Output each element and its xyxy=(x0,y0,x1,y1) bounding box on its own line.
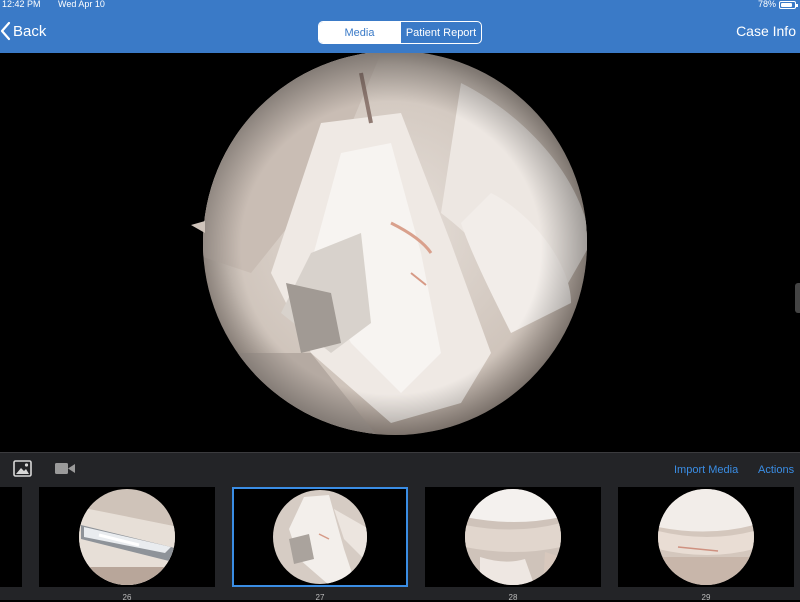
status-date: Wed Apr 10 xyxy=(58,0,105,9)
import-media-button[interactable]: Import Media xyxy=(674,464,738,476)
thumbnail-29-label: 29 xyxy=(701,593,711,602)
thumbnail-26[interactable] xyxy=(39,487,215,587)
video-camera-icon[interactable] xyxy=(55,462,75,475)
thumbnail-28-label: 28 xyxy=(508,593,518,602)
thumbnail-27-label: 27 xyxy=(315,593,325,602)
case-info-button[interactable]: Case Info xyxy=(736,23,796,39)
media-toolbar: Import Media Actions xyxy=(0,452,800,485)
status-time: 12:42 PM xyxy=(2,0,41,9)
thumbnail-28-image xyxy=(465,489,561,585)
thumbnail-29-image xyxy=(658,489,754,585)
thumbnail-26-image xyxy=(79,489,175,585)
thumbnail-27-image xyxy=(273,490,367,584)
thumbnail-27[interactable] xyxy=(232,487,408,587)
chevron-left-icon xyxy=(0,21,11,41)
back-label: Back xyxy=(13,22,47,40)
thumbnail-26-label: 26 xyxy=(122,593,132,602)
tab-media[interactable]: Media xyxy=(319,22,400,43)
media-viewer xyxy=(0,53,800,452)
status-bar: 12:42 PM Wed Apr 10 78% xyxy=(0,0,800,10)
thumbnail-25[interactable] xyxy=(0,487,22,587)
thumbnail-29[interactable] xyxy=(618,487,794,587)
battery-icon xyxy=(779,1,798,9)
actions-button[interactable]: Actions xyxy=(758,464,794,476)
back-button[interactable]: Back xyxy=(0,21,46,41)
tab-patient-report[interactable]: Patient Report xyxy=(400,22,481,43)
arthroscopy-image[interactable] xyxy=(191,53,591,443)
navigation-bar: Back Media Patient Report Case Info xyxy=(0,10,800,53)
battery-percentage: 78% xyxy=(757,0,776,9)
thumbnail-filmstrip: 26 27 28 29 xyxy=(0,485,800,602)
view-segmented-control: Media Patient Report xyxy=(318,21,482,44)
edge-drawer-handle[interactable] xyxy=(795,283,800,313)
thumbnail-28[interactable] xyxy=(425,487,601,587)
photo-icon[interactable] xyxy=(13,460,32,477)
